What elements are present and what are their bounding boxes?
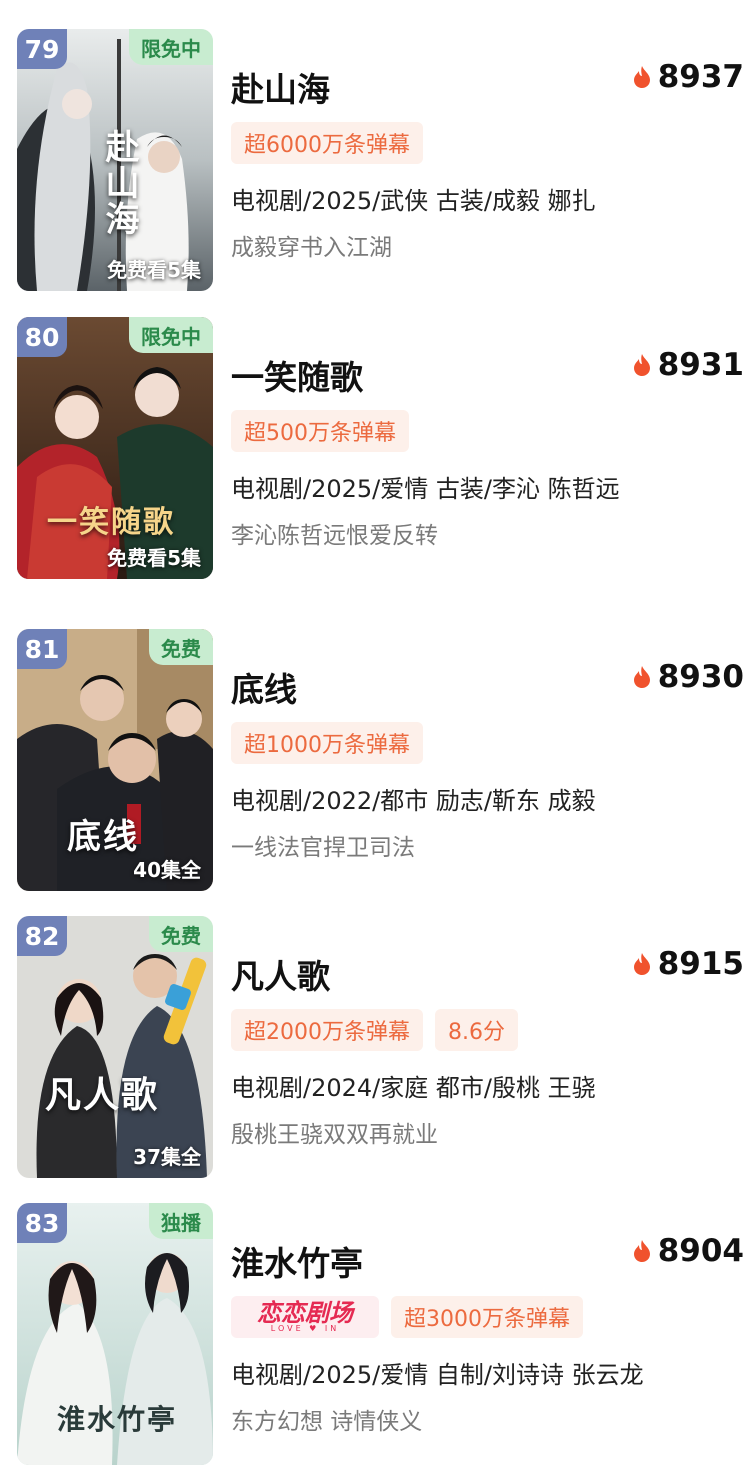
show-title[interactable]: 凡人歌 <box>231 950 330 998</box>
ranking-list: 赴山海 79 限免中 免费看5集 赴山海 8937 超6000万条弹幕 电视剧/… <box>0 0 756 1465</box>
brand-logo: 恋恋剧场 LOVE ♥ IN <box>231 1296 379 1338</box>
flame-icon <box>633 1240 650 1262</box>
tag-row: 恋恋剧场 LOVE ♥ IN 超3000万条弹幕 <box>231 1296 583 1338</box>
poster-title-art: 淮水竹亭 <box>57 1403 178 1436</box>
poster-title-art: 底线 <box>67 817 139 857</box>
description: 殷桃王骁双双再就业 <box>231 1122 438 1148</box>
poster-title-art: 凡人歌 <box>45 1074 160 1116</box>
list-item[interactable]: 赴山海 79 限免中 免费看5集 赴山海 8937 超6000万条弹幕 电视剧/… <box>0 29 756 291</box>
show-title[interactable]: 淮水竹亭 <box>231 1237 363 1285</box>
heat-value: 8904 <box>657 1233 744 1269</box>
score-tag: 8.6分 <box>435 1009 518 1051</box>
danmaku-tag: 超500万条弹幕 <box>231 410 409 452</box>
poster[interactable]: 底线 81 免费 40集全 <box>17 629 213 891</box>
rank-badge: 80 <box>17 317 67 357</box>
poster-title-art: 一笑随歌 <box>47 505 175 540</box>
status-badge: 免费 <box>149 916 213 952</box>
meta-info: 电视剧/2025/武侠 古装/成毅 娜扎 <box>231 187 596 215</box>
poster[interactable]: 一笑随歌 80 限免中 免费看5集 <box>17 317 213 579</box>
heat-value: 8915 <box>657 946 744 982</box>
description: 东方幻想 诗情侠义 <box>231 1409 423 1435</box>
tag-row: 超500万条弹幕 <box>231 410 409 452</box>
heat-score: 8904 <box>632 1233 744 1269</box>
episode-info: 37集全 <box>133 1145 201 1169</box>
tag-row: 超6000万条弹幕 <box>231 122 423 164</box>
meta-info: 电视剧/2024/家庭 都市/殷桃 王骁 <box>231 1074 596 1102</box>
status-badge: 限免中 <box>129 317 213 353</box>
heat-score: 8931 <box>632 347 744 383</box>
show-title[interactable]: 赴山海 <box>231 63 330 111</box>
meta-info: 电视剧/2025/爱情 古装/李沁 陈哲远 <box>231 475 620 503</box>
tag-row: 超2000万条弹幕 8.6分 <box>231 1009 518 1051</box>
danmaku-tag: 超6000万条弹幕 <box>231 122 423 164</box>
meta-info: 电视剧/2025/爱情 自制/刘诗诗 张云龙 <box>231 1361 644 1389</box>
brand-logo-subtext: LOVE ♥ IN <box>270 1324 340 1333</box>
show-title[interactable]: 底线 <box>231 663 297 711</box>
description: 李沁陈哲远恨爱反转 <box>231 523 438 549</box>
meta-info: 电视剧/2022/都市 励志/靳东 成毅 <box>231 787 596 815</box>
description: 成毅穿书入江湖 <box>231 235 392 261</box>
rank-badge: 82 <box>17 916 67 956</box>
rank-badge: 81 <box>17 629 67 669</box>
status-badge: 免费 <box>149 629 213 665</box>
list-item[interactable]: 底线 81 免费 40集全 底线 8930 超1000万条弹幕 电视剧/2022… <box>0 629 756 891</box>
show-title[interactable]: 一笑随歌 <box>231 351 363 399</box>
heat-score: 8937 <box>632 59 744 95</box>
heat-score: 8930 <box>632 659 744 695</box>
flame-icon <box>633 953 650 975</box>
heat-value: 8931 <box>657 347 744 383</box>
list-item[interactable]: 淮水竹亭 83 独播 淮水竹亭 8904 恋恋剧场 LOVE ♥ IN 超300… <box>0 1203 756 1465</box>
heat-value: 8930 <box>657 659 744 695</box>
status-badge: 限免中 <box>129 29 213 65</box>
danmaku-tag: 超1000万条弹幕 <box>231 722 423 764</box>
episode-info: 免费看5集 <box>107 546 201 570</box>
description: 一线法官捍卫司法 <box>231 835 415 861</box>
tag-row: 超1000万条弹幕 <box>231 722 423 764</box>
poster[interactable]: 凡人歌 82 免费 37集全 <box>17 916 213 1178</box>
poster[interactable]: 淮水竹亭 83 独播 <box>17 1203 213 1465</box>
heat-value: 8937 <box>657 59 744 95</box>
danmaku-tag: 超3000万条弹幕 <box>391 1296 583 1338</box>
poster-title-art: 赴山海 <box>99 129 139 237</box>
episode-info: 40集全 <box>133 858 201 882</box>
flame-icon <box>633 666 650 688</box>
rank-badge: 83 <box>17 1203 67 1243</box>
flame-icon <box>633 354 650 376</box>
list-item[interactable]: 凡人歌 82 免费 37集全 凡人歌 8915 超2000万条弹幕 8.6分 电… <box>0 916 756 1178</box>
status-badge: 独播 <box>149 1203 213 1239</box>
rank-badge: 79 <box>17 29 67 69</box>
list-item[interactable]: 一笑随歌 80 限免中 免费看5集 一笑随歌 8931 超500万条弹幕 电视剧… <box>0 317 756 579</box>
danmaku-tag: 超2000万条弹幕 <box>231 1009 423 1051</box>
episode-info: 免费看5集 <box>107 258 201 282</box>
poster[interactable]: 赴山海 79 限免中 免费看5集 <box>17 29 213 291</box>
flame-icon <box>633 66 650 88</box>
brand-logo-text: 恋恋剧场 <box>257 1299 353 1327</box>
heat-score: 8915 <box>632 946 744 982</box>
